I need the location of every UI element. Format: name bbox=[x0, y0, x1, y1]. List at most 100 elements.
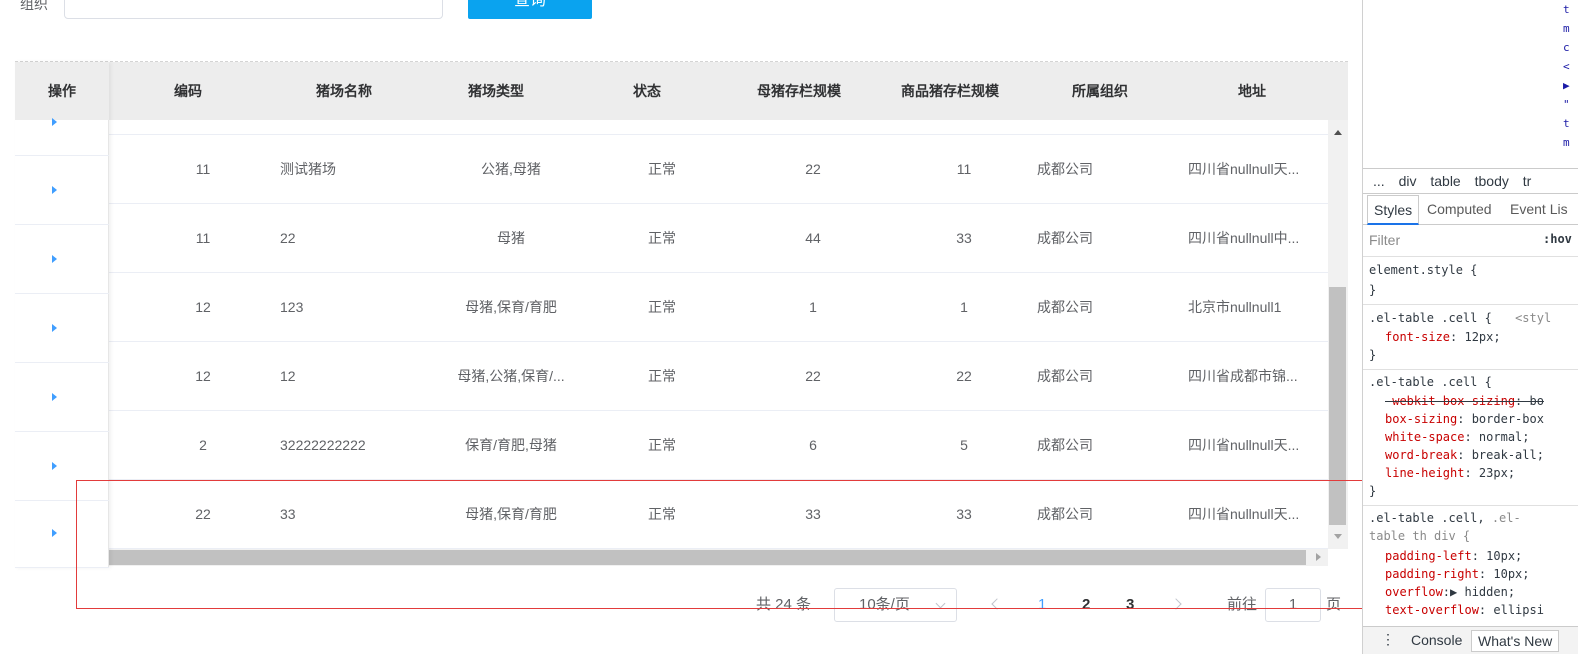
header-status[interactable]: 状态 bbox=[599, 62, 695, 120]
cell-sow-scale: 22 bbox=[805, 161, 821, 177]
scroll-down-arrow-icon[interactable] bbox=[1334, 534, 1342, 539]
header-address[interactable]: 地址 bbox=[1204, 62, 1300, 120]
rule-declaration: box-sizing: border-box bbox=[1385, 410, 1578, 428]
next-page-icon[interactable] bbox=[1170, 598, 1182, 610]
rule-declaration: font-size: 12px; bbox=[1385, 328, 1578, 346]
cell-farm-name: 22 bbox=[280, 230, 296, 246]
breadcrumb-table[interactable]: table bbox=[1430, 173, 1460, 189]
prop-name[interactable]: font-size bbox=[1385, 330, 1450, 344]
rule-divider bbox=[1363, 505, 1578, 506]
expand-arrow-icon[interactable] bbox=[52, 393, 57, 401]
table-row[interactable] bbox=[109, 120, 1328, 135]
cell-farm-name: 123 bbox=[280, 299, 304, 315]
prop-name[interactable]: line-height bbox=[1385, 466, 1464, 480]
query-button[interactable]: 查询 bbox=[468, 0, 592, 19]
scroll-up-arrow-icon[interactable] bbox=[1334, 130, 1342, 135]
expand-arrow-icon[interactable] bbox=[52, 462, 57, 470]
header-code[interactable]: 编码 bbox=[140, 62, 236, 120]
header-commercial-scale[interactable]: 商品猪存栏规模 bbox=[886, 62, 1014, 120]
chevron-down-icon bbox=[935, 598, 946, 609]
prop-name[interactable]: overflow bbox=[1385, 585, 1443, 599]
dom-line[interactable]: m bbox=[1563, 19, 1578, 38]
cell-status: 正常 bbox=[648, 506, 676, 522]
header-sow-scale[interactable]: 母猪存栏规模 bbox=[735, 62, 863, 120]
prop-name[interactable]: box-sizing bbox=[1385, 412, 1457, 426]
cell-farm-type: 公猪,母猪 bbox=[481, 161, 541, 177]
tab-event-listeners[interactable]: Event Lis bbox=[1510, 195, 1568, 225]
cell-farm-type: 母猪 bbox=[497, 230, 525, 246]
prop-name[interactable]: padding-left bbox=[1385, 549, 1472, 563]
fixed-operation-column: 操作 bbox=[15, 62, 109, 568]
cell-status: 正常 bbox=[648, 368, 676, 384]
dom-line[interactable]: t bbox=[1563, 0, 1578, 19]
dom-line[interactable]: " bbox=[1563, 95, 1578, 114]
expand-arrow-icon[interactable] bbox=[52, 118, 57, 126]
cell-org: 成都公司 bbox=[1037, 437, 1093, 453]
prop-value[interactable]: : 12px; bbox=[1450, 330, 1501, 344]
dom-line[interactable]: c bbox=[1563, 38, 1578, 57]
rule-declaration: -webkit-box-sizing: bo bbox=[1385, 392, 1578, 410]
tab-console[interactable]: Console bbox=[1411, 632, 1462, 648]
prop-name[interactable]: word-break bbox=[1385, 448, 1457, 462]
expand-arrow-icon[interactable] bbox=[52, 529, 57, 537]
prop-value[interactable]: :▶ hidden; bbox=[1443, 585, 1515, 599]
table-row[interactable]: 12 123 母猪,保育/育肥 正常 1 1 成都公司 北京市nullnull1 bbox=[109, 273, 1328, 342]
expand-arrow-icon[interactable] bbox=[52, 186, 57, 194]
fixed-row bbox=[15, 501, 109, 568]
styles-filter-input[interactable]: Filter bbox=[1369, 232, 1400, 248]
prop-value[interactable]: : border-box bbox=[1457, 412, 1544, 426]
dom-line[interactable]: t bbox=[1563, 114, 1578, 133]
table-row[interactable]: 12 12 母猪,公猪,保育/... 正常 22 22 成都公司 四川省成都市锦… bbox=[109, 342, 1328, 411]
cell-address: 四川省成都市锦... bbox=[1188, 368, 1298, 384]
prop-name[interactable]: padding-right bbox=[1385, 567, 1479, 581]
breadcrumb-tbody[interactable]: tbody bbox=[1475, 173, 1509, 189]
header-farm-name[interactable]: 猪场名称 bbox=[296, 62, 392, 120]
dom-line[interactable]: m bbox=[1563, 133, 1578, 152]
prop-value[interactable]: : ellipsi bbox=[1479, 603, 1544, 617]
dom-line[interactable]: ▶ bbox=[1563, 76, 1578, 95]
prop-value[interactable]: : bo bbox=[1515, 394, 1544, 408]
vertical-scrollbar[interactable] bbox=[1328, 120, 1348, 549]
prop-value[interactable]: : break-all; bbox=[1457, 448, 1544, 462]
table-row[interactable]: 11 测试猪场 公猪,母猪 正常 22 11 成都公司 四川省nullnull天… bbox=[109, 135, 1328, 204]
prop-name[interactable]: white-space bbox=[1385, 430, 1464, 444]
table-row[interactable]: 22 33 母猪,保育/育肥 正常 33 33 成都公司 四川省nullnull… bbox=[109, 480, 1328, 549]
prop-name[interactable]: -webkit-box-sizing bbox=[1385, 394, 1515, 408]
page-1[interactable]: 1 bbox=[1038, 588, 1046, 622]
prop-value[interactable]: : 23px; bbox=[1464, 466, 1515, 480]
horizontal-scroll-thumb[interactable] bbox=[109, 550, 1306, 565]
page-3[interactable]: 3 bbox=[1126, 588, 1134, 622]
tab-styles[interactable]: Styles bbox=[1367, 195, 1420, 225]
prop-value[interactable]: : normal; bbox=[1464, 430, 1529, 444]
header-farm-type[interactable]: 猪场类型 bbox=[448, 62, 544, 120]
drawer-menu-icon[interactable]: ⋮ bbox=[1381, 631, 1395, 648]
page-size-select[interactable]: 10条/页 bbox=[834, 588, 957, 622]
org-filter-input[interactable] bbox=[64, 0, 443, 19]
breadcrumb-tr[interactable]: tr bbox=[1523, 173, 1532, 189]
rule-selector-text: .el- bbox=[1491, 511, 1521, 525]
vertical-scroll-thumb[interactable] bbox=[1329, 287, 1346, 525]
tab-whats-new[interactable]: What's New bbox=[1471, 630, 1560, 652]
table-row[interactable]: 11 22 母猪 正常 44 33 成都公司 四川省nullnull中... bbox=[109, 204, 1328, 273]
horizontal-scrollbar[interactable] bbox=[109, 549, 1328, 566]
breadcrumb-more[interactable]: ... bbox=[1373, 173, 1385, 189]
page-2[interactable]: 2 bbox=[1082, 588, 1090, 622]
prev-page-icon[interactable] bbox=[991, 598, 1003, 610]
table-row[interactable]: 2 32222222222 保育/育肥,母猪 正常 6 5 成都公司 四川省nu… bbox=[109, 411, 1328, 480]
breadcrumb-div[interactable]: div bbox=[1399, 173, 1417, 189]
cell-commercial-scale: 22 bbox=[956, 368, 972, 384]
prop-value[interactable]: : 10px; bbox=[1479, 567, 1530, 581]
expand-arrow-icon[interactable] bbox=[52, 255, 57, 263]
goto-page-input[interactable]: 1 bbox=[1265, 588, 1321, 622]
cell-sow-scale: 1 bbox=[809, 299, 817, 315]
hov-toggle[interactable]: :hov bbox=[1543, 232, 1572, 246]
prop-name[interactable]: text-overflow bbox=[1385, 603, 1479, 617]
scroll-right-arrow-icon[interactable] bbox=[1316, 553, 1321, 561]
tab-computed[interactable]: Computed bbox=[1427, 195, 1492, 225]
prop-value[interactable]: : 10px; bbox=[1472, 549, 1523, 563]
header-org[interactable]: 所属组织 bbox=[1052, 62, 1148, 120]
expand-arrow-icon[interactable] bbox=[52, 324, 57, 332]
cell-code: 12 bbox=[195, 368, 211, 384]
dom-line[interactable]: < bbox=[1563, 57, 1578, 76]
rule-source[interactable]: <styl bbox=[1515, 311, 1551, 325]
